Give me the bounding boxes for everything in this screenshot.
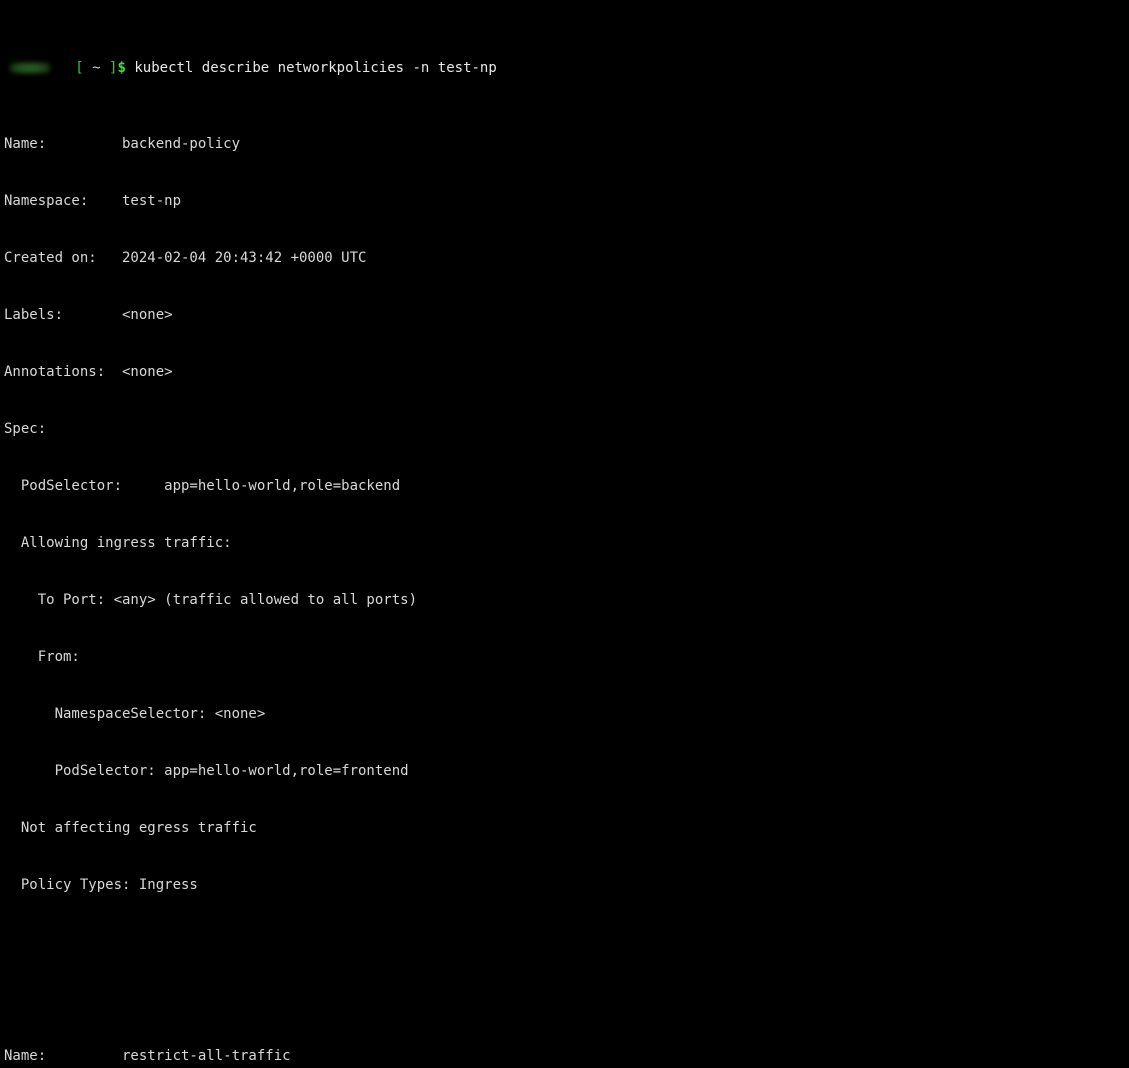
command-input[interactable]: kubectl describe networkpolicies -n test… — [134, 60, 496, 76]
output-line: Policy Types: Ingress — [4, 877, 198, 893]
terminal-window[interactable]: [ ~ ]$ kubectl describe networkpolicies … — [0, 0, 1129, 1064]
output-line: PodSelector: app=hello-world,role=backen… — [4, 478, 401, 494]
shell-prompt-line: [ ~ ]$ kubectl describe networkpolicies … — [4, 59, 1129, 78]
output-line: PodSelector: app=hello-world,role=fronte… — [4, 763, 409, 779]
output-line: Created on: 2024-02-04 20:43:42 +0000 UT… — [4, 250, 367, 266]
output-line: Name: backend-policy — [4, 136, 241, 152]
output-line: Allowing ingress traffic: — [4, 535, 232, 551]
output-line: Labels: <none> — [4, 307, 173, 323]
redacted-username-block — [10, 62, 50, 74]
output-line: Not affecting egress traffic — [4, 820, 257, 836]
output-line: Namespace: test-np — [4, 193, 182, 209]
output-line: Spec: — [4, 421, 47, 437]
output-line: NamespaceSelector: <none> — [4, 706, 266, 722]
output-line: Name: restrict-all-traffic — [4, 1048, 291, 1064]
output-line: To Port: <any> (traffic allowed to all p… — [4, 592, 418, 608]
prompt-space-2 — [101, 60, 109, 76]
output-line-blank — [4, 990, 1129, 1009]
prompt-path: ~ — [92, 60, 101, 76]
prompt-spacer — [50, 60, 75, 76]
prompt-dollar-sigil: $ — [117, 60, 126, 76]
output-line: From: — [4, 649, 80, 665]
output-line-blank — [4, 933, 1129, 952]
output-line: Annotations: <none> — [4, 364, 173, 380]
prompt-space-1 — [84, 60, 92, 76]
prompt-open-bracket: [ — [75, 60, 84, 76]
